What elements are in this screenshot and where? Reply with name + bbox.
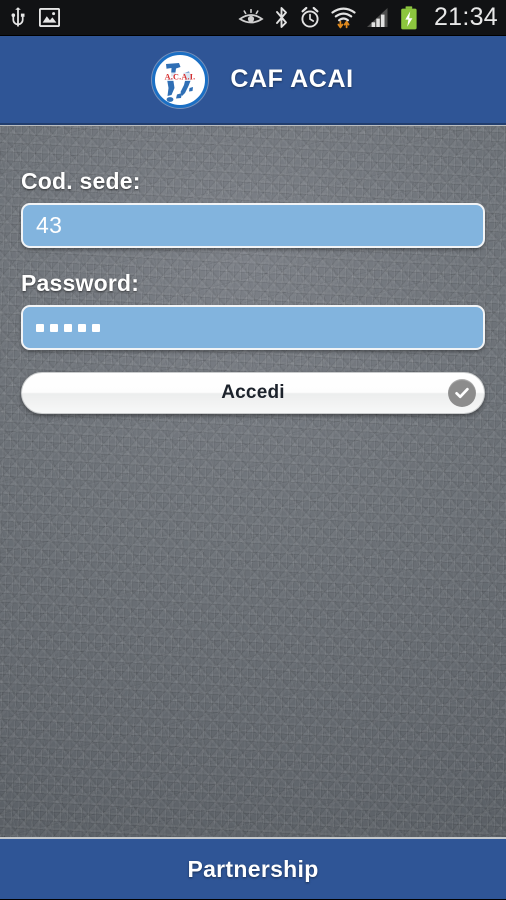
alarm-clock-icon	[299, 6, 321, 29]
password-input[interactable]	[21, 305, 485, 350]
password-dot	[36, 323, 44, 332]
battery-charging-icon	[400, 5, 418, 30]
app-root: 21:34 A.C.A.I. CAF ACAI Cod. sede: 43 Pa…	[0, 0, 506, 900]
app-header: A.C.A.I. CAF ACAI	[0, 36, 506, 125]
svg-text:A.C.A.I.: A.C.A.I.	[165, 72, 196, 81]
status-bar-clock: 21:34	[433, 3, 498, 31]
status-bar-left-icons	[10, 6, 61, 29]
cellular-signal-icon	[366, 7, 390, 28]
partnership-label: Partnership	[187, 855, 319, 882]
accedi-button[interactable]: Accedi	[21, 372, 485, 414]
partnership-bar[interactable]: Partnership	[0, 837, 506, 899]
bluetooth-icon	[274, 6, 289, 29]
check-circle-icon	[448, 379, 476, 407]
usb-icon	[10, 6, 26, 29]
screenshot-image-icon	[38, 7, 61, 28]
password-dot	[50, 323, 58, 332]
android-status-bar: 21:34	[0, 0, 506, 36]
cod-sede-value: 43	[36, 212, 63, 238]
password-dot	[64, 323, 72, 332]
app-title: CAF ACAI	[230, 65, 354, 93]
password-dot	[92, 323, 100, 332]
password-masked-value	[36, 323, 100, 332]
wifi-data-transfer-icon	[331, 6, 356, 29]
caf-acai-logo-icon: A.C.A.I.	[152, 51, 209, 108]
accedi-button-label: Accedi	[221, 382, 285, 403]
password-label: Password:	[21, 270, 140, 296]
login-form-panel: Cod. sede: 43 Password: Accedi	[0, 125, 506, 837]
cod-sede-label: Cod. sede:	[21, 168, 141, 194]
password-dot	[78, 323, 86, 332]
cod-sede-input[interactable]: 43	[21, 203, 485, 248]
smart-stay-eye-icon	[238, 8, 264, 27]
status-bar-right-icons: 21:34	[238, 3, 498, 32]
